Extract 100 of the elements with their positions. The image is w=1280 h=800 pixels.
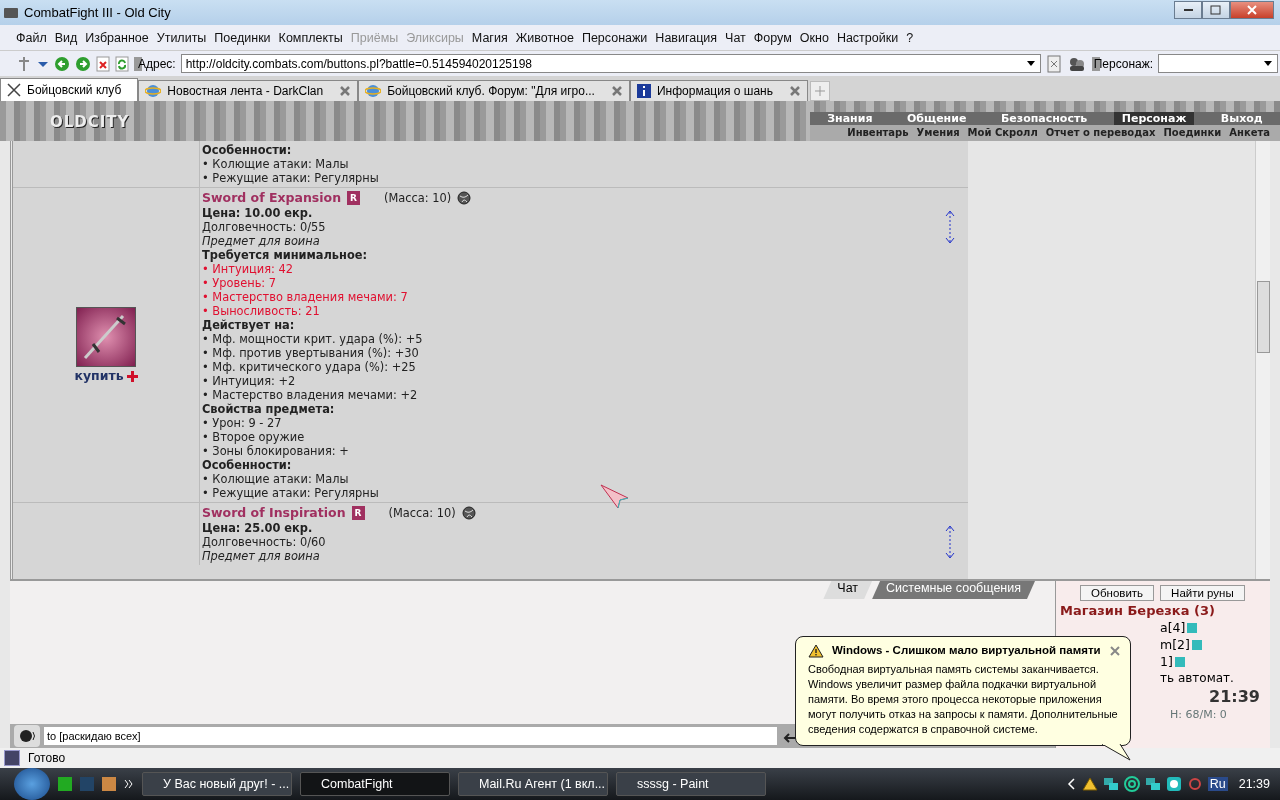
menu-item[interactable]: Персонажи — [581, 30, 648, 45]
shop-entry[interactable]: m[2] — [1160, 637, 1190, 652]
close-button[interactable] — [1230, 0, 1274, 19]
item-name[interactable]: Sword of Expansion — [202, 191, 342, 205]
chevron-icon[interactable] — [1066, 778, 1077, 790]
info-icon[interactable] — [1191, 639, 1202, 650]
property-line: • Второе оружие — [202, 430, 305, 444]
browser-tab[interactable]: Бойцовский клуб — [0, 78, 139, 101]
warning-icon[interactable] — [1081, 777, 1098, 791]
nav-link[interactable]: Персонаж — [1113, 112, 1195, 125]
forward-icon[interactable] — [75, 55, 91, 72]
menu-item[interactable]: Утилиты — [156, 30, 207, 45]
panel-button[interactable]: Найти руны — [1160, 585, 1245, 601]
buy-link[interactable]: купить — [74, 369, 124, 383]
nav-link[interactable]: Безопасность — [992, 112, 1096, 125]
app-icon — [4, 7, 18, 18]
nav-link[interactable]: Инвентарь — [847, 126, 909, 138]
clock-text: 21:39 — [1209, 687, 1260, 706]
menu-item[interactable]: Настройки — [836, 30, 899, 45]
menu-item[interactable]: Поединки — [214, 30, 271, 45]
menu-item[interactable]: Магия — [471, 30, 508, 45]
network-icon[interactable] — [1102, 776, 1119, 792]
plus-icon[interactable] — [126, 370, 138, 382]
dropdown-icon[interactable] — [1025, 59, 1036, 68]
maximize-button[interactable] — [1202, 0, 1230, 19]
property-line: • Мастерство владения мечами: +2 — [202, 388, 418, 402]
document-icon[interactable] — [1045, 54, 1062, 73]
back-icon[interactable] — [54, 55, 70, 72]
resize-arrow-icon[interactable] — [944, 210, 956, 244]
shop-entry[interactable]: 1] — [1160, 654, 1173, 669]
language-indicator[interactable]: Ru — [1207, 777, 1228, 791]
item-class: Предмет для воина — [202, 234, 320, 248]
nav-link[interactable]: Выход — [1212, 112, 1271, 125]
shop-title: Магазин Березка (3) — [1060, 603, 1216, 618]
more-icon[interactable] — [124, 779, 134, 789]
dropdown-icon[interactable] — [1263, 59, 1274, 68]
menu-item[interactable]: Файл — [16, 30, 47, 45]
item-durability: Долговечность: 0/55 — [202, 220, 326, 234]
taskbar-button[interactable]: У Вас новый друг! - ... — [142, 772, 292, 796]
menu-item[interactable]: Комплекты — [278, 30, 343, 45]
counter-text: H: 68/M: 0 — [1170, 708, 1227, 721]
warning-icon — [808, 643, 824, 658]
property-line: • Мф. против увертывания (%): +30 — [202, 346, 419, 360]
browser-tab[interactable]: Новостная лента - DarkClan — [138, 80, 359, 101]
taskbar-button[interactable]: Mail.Ru Агент (1 вкл... — [458, 772, 608, 796]
nav-link[interactable]: Мой Скролл — [967, 126, 1038, 138]
close-icon[interactable] — [339, 85, 352, 97]
close-icon[interactable] — [1110, 645, 1120, 656]
nav-link[interactable]: Умения — [916, 126, 960, 138]
speaker-icon[interactable] — [14, 725, 40, 747]
scrollbar[interactable] — [1255, 141, 1270, 579]
page-icon — [4, 750, 20, 766]
network-icon[interactable] — [1144, 776, 1161, 792]
nav-link[interactable]: Знания — [819, 112, 881, 125]
section-heading: Особенности: — [202, 143, 292, 157]
nav-link[interactable]: Поединки — [1163, 126, 1222, 138]
panel-button[interactable]: Обновить — [1080, 585, 1155, 601]
globe-icon[interactable] — [461, 506, 476, 520]
notification-text: Свободная виртуальная память системы заканчивается. Windows увеличит размер файла подкачки виртуальной памяти. Во время этого процесса некоторые приложения могут получить отказ на запросы к памяти. Дополнительные сведения содержатся в справочной системе. — [808, 662, 1119, 737]
at-icon[interactable] — [1123, 776, 1140, 792]
close-icon[interactable] — [610, 85, 623, 97]
globe-icon[interactable] — [457, 191, 472, 205]
menu-item[interactable]: Навигация — [655, 30, 718, 45]
stop-icon[interactable] — [96, 55, 110, 72]
menu-item[interactable]: Чат — [725, 30, 746, 45]
minimize-icon — [1183, 8, 1193, 11]
property-line: • Интуиция: +2 — [202, 374, 296, 388]
browser-tab[interactable]: Информация о шань — [629, 80, 808, 101]
chat-input[interactable]: to [раскидаю всех] — [44, 727, 777, 745]
menu-item[interactable]: Вид — [54, 30, 78, 45]
taskbar-button[interactable]: ssssg - Paint — [616, 772, 766, 796]
camera-icon[interactable] — [1165, 776, 1182, 792]
taskbar-button[interactable]: CombatFight — [300, 772, 450, 796]
info-icon[interactable] — [1174, 656, 1185, 667]
nav-link[interactable]: Отчет о переводах — [1045, 126, 1156, 138]
resize-arrow-icon[interactable] — [944, 525, 956, 559]
browser-tab[interactable]: Бойцовский клуб. Форум: "Для игро... — [358, 80, 630, 101]
menu-item[interactable]: Избранное — [85, 30, 149, 45]
menu-item[interactable]: Форум — [753, 30, 792, 45]
chat-tab[interactable]: Системные сообщения — [872, 581, 1035, 599]
clock[interactable]: 21:39 — [1238, 777, 1270, 791]
property-line: • Мф. критического удара (%): +25 — [202, 360, 416, 374]
info-icon[interactable] — [1187, 622, 1198, 633]
start-button[interactable] — [14, 768, 50, 800]
item-name[interactable]: Sword of Inspiration — [202, 506, 346, 520]
property-line: • Уровень: 7 — [202, 276, 277, 290]
chat-tab[interactable]: Чат — [823, 581, 873, 599]
refresh-icon[interactable] — [115, 55, 129, 72]
close-icon[interactable] — [788, 85, 801, 97]
menu-item[interactable]: Животное — [515, 30, 574, 45]
game-logo: OLDCITY — [49, 112, 130, 133]
property-line: • Мастерство владения мечами: 7 — [202, 290, 408, 304]
nav-link[interactable]: Анкета — [1229, 126, 1270, 138]
minimize-button[interactable] — [1174, 0, 1202, 19]
shop-entry[interactable]: a[4] — [1160, 620, 1186, 635]
address-field[interactable]: http://oldcity.combats.com/buttons.pl?battle=0.514594020125198 — [180, 54, 1041, 73]
cross-icon[interactable] — [16, 55, 32, 72]
menu-item[interactable]: Окно — [799, 30, 829, 45]
nav-link[interactable]: Общение — [898, 112, 975, 125]
menu-item[interactable]: ? — [906, 30, 914, 45]
